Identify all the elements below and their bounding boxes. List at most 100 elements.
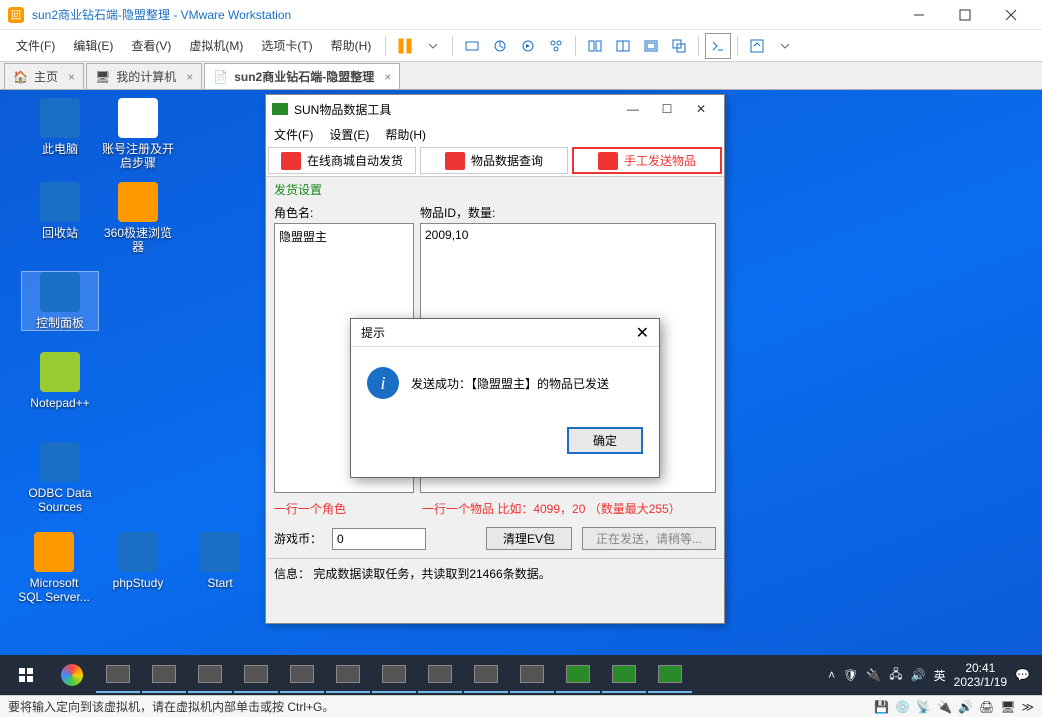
desktop-icon[interactable]: 回收站: [22, 182, 98, 240]
layout2-icon[interactable]: [610, 33, 636, 59]
taskbar-app[interactable]: [602, 657, 646, 693]
vm-display[interactable]: 此电脑账号注册及开启步骤回收站360极速浏览器控制面板 Notepad++ ODBC…: [0, 90, 1042, 695]
db-icon: [281, 152, 301, 170]
dropdown-icon[interactable]: [420, 33, 446, 59]
tray-icon[interactable]: 🛡: [843, 668, 858, 682]
taskbar-app[interactable]: [648, 657, 692, 693]
snapshot-manager-icon[interactable]: [543, 33, 569, 59]
maximize-button[interactable]: [942, 0, 988, 30]
tray-time: 20:41: [954, 661, 1007, 675]
app-menubar: 文件(F) 设置(E) 帮助(H): [266, 123, 724, 145]
snapshot-icon[interactable]: [487, 33, 513, 59]
desktop-icon[interactable]: 控制面板: [22, 272, 98, 330]
dropdown2-icon[interactable]: [772, 33, 798, 59]
tab-label: 在线商城自动发货: [307, 152, 403, 169]
desktop-icon[interactable]: 360极速浏览器: [100, 182, 176, 254]
desktop-icon[interactable]: ODBC Data Sources: [22, 442, 98, 514]
tray-ime[interactable]: 英: [934, 667, 946, 684]
icon-label: Start: [182, 576, 258, 590]
icon-graphic: [40, 442, 80, 482]
icon-graphic: [118, 182, 158, 222]
layout3-icon[interactable]: [638, 33, 664, 59]
device-display-icon[interactable]: 🖥: [1000, 700, 1015, 714]
minimize-button[interactable]: [896, 0, 942, 30]
tray-clock[interactable]: 20:41 2023/1/19: [954, 661, 1007, 689]
dialog-title: 提示: [361, 324, 385, 341]
tab-mycomputer[interactable]: 🖥 我的计算机 ×: [86, 63, 202, 89]
taskbar-app[interactable]: [556, 657, 600, 693]
tab-auto-delivery[interactable]: 在线商城自动发货: [268, 147, 416, 174]
device-sound-icon[interactable]: 🔊: [958, 700, 973, 714]
tray-network-icon[interactable]: 🖧: [889, 665, 902, 686]
tab-close-icon[interactable]: ×: [384, 70, 391, 84]
start-button[interactable]: [4, 657, 48, 693]
info-line: 信息： 完成数据读取任务，共读取到21466条数据。: [266, 558, 724, 588]
device-disk-icon[interactable]: 💾: [874, 700, 889, 714]
taskbar-app[interactable]: [510, 657, 554, 693]
tab-vm[interactable]: 📄 sun2商业钻石端-隐盟整理 ×: [204, 63, 400, 89]
menu-tabs[interactable]: 选项卡(T): [253, 33, 320, 58]
fullscreen-icon[interactable]: [744, 33, 770, 59]
device-more-icon[interactable]: ≫: [1021, 700, 1034, 714]
app-close-button[interactable]: ✕: [684, 96, 718, 122]
info-icon: i: [367, 367, 399, 399]
taskbar-app[interactable]: [418, 657, 462, 693]
tray-volume-icon[interactable]: 🔊: [911, 668, 926, 682]
hint-role: 一行一个角色: [266, 498, 414, 519]
app-menu-settings[interactable]: 设置(E): [329, 126, 369, 143]
taskbar-app[interactable]: [142, 657, 186, 693]
close-button[interactable]: [988, 0, 1034, 30]
desktop-icon[interactable]: 此电脑: [22, 98, 98, 156]
clear-ev-button[interactable]: 清理EV包: [486, 527, 572, 550]
tray-notifications-icon[interactable]: 💬: [1015, 668, 1030, 682]
tray-up-icon[interactable]: ˄: [828, 668, 835, 682]
icon-label: 回收站: [22, 226, 98, 240]
app-menu-help[interactable]: 帮助(H): [385, 126, 426, 143]
tray-icon[interactable]: 🔌: [866, 668, 881, 682]
app-maximize-button[interactable]: ☐: [650, 96, 684, 122]
taskbar-app[interactable]: [234, 657, 278, 693]
device-printer-icon[interactable]: 🖨: [979, 700, 994, 714]
dialog-close-icon[interactable]: ✕: [636, 323, 649, 343]
device-net-icon[interactable]: 📡: [916, 700, 931, 714]
layout1-icon[interactable]: [582, 33, 608, 59]
menu-help[interactable]: 帮助(H): [323, 33, 380, 58]
dialog-ok-button[interactable]: 确定: [567, 427, 643, 454]
item-label: 物品ID，数量:: [420, 204, 716, 221]
tab-home[interactable]: 🏠 主页 ×: [4, 63, 84, 89]
coin-input[interactable]: [332, 528, 426, 550]
taskbar-app[interactable]: [188, 657, 232, 693]
menu-view[interactable]: 查看(V): [123, 33, 179, 58]
menu-vm[interactable]: 虚拟机(M): [181, 33, 251, 58]
tab-query[interactable]: 物品数据查询: [420, 147, 568, 174]
desktop-icon[interactable]: Start: [182, 532, 258, 590]
taskbar-app[interactable]: [464, 657, 508, 693]
tab-manual-send[interactable]: 手工发送物品: [572, 147, 722, 174]
send-ctrl-alt-del-icon[interactable]: [459, 33, 485, 59]
taskbar-app[interactable]: [326, 657, 370, 693]
layout4-icon[interactable]: [666, 33, 692, 59]
desktop-icon[interactable]: Notepad++: [22, 352, 98, 410]
taskbar-app[interactable]: [372, 657, 416, 693]
desktop-icon[interactable]: phpStudy: [100, 532, 176, 590]
tab-close-icon[interactable]: ×: [68, 70, 75, 84]
guest-desktop[interactable]: 此电脑账号注册及开启步骤回收站360极速浏览器控制面板 Notepad++ ODBC…: [0, 90, 1042, 695]
app-menu-file[interactable]: 文件(F): [274, 126, 313, 143]
menu-edit[interactable]: 编辑(E): [65, 33, 121, 58]
console-icon[interactable]: [705, 33, 731, 59]
desktop-icon[interactable]: Microsoft SQL Server...: [16, 532, 92, 604]
taskbar-app[interactable]: [96, 657, 140, 693]
menu-file[interactable]: 文件(F): [8, 33, 63, 58]
taskbar-browser[interactable]: [50, 657, 94, 693]
pause-button[interactable]: [392, 33, 418, 59]
dialog-message: 发送成功：【隐盟盟主】的物品已发送: [411, 375, 609, 392]
app-minimize-button[interactable]: —: [616, 96, 650, 122]
tab-label: 手工发送物品: [624, 152, 696, 169]
desktop-icon[interactable]: 账号注册及开启步骤: [100, 98, 176, 170]
tab-close-icon[interactable]: ×: [186, 70, 193, 84]
snapshot-revert-icon[interactable]: [515, 33, 541, 59]
guest-taskbar: ˄ 🛡 🔌 🖧 🔊 英 20:41 2023/1/19 💬: [0, 655, 1042, 695]
device-usb-icon[interactable]: 🔌: [937, 700, 952, 714]
device-cd-icon[interactable]: 💿: [895, 700, 910, 714]
taskbar-app[interactable]: [280, 657, 324, 693]
